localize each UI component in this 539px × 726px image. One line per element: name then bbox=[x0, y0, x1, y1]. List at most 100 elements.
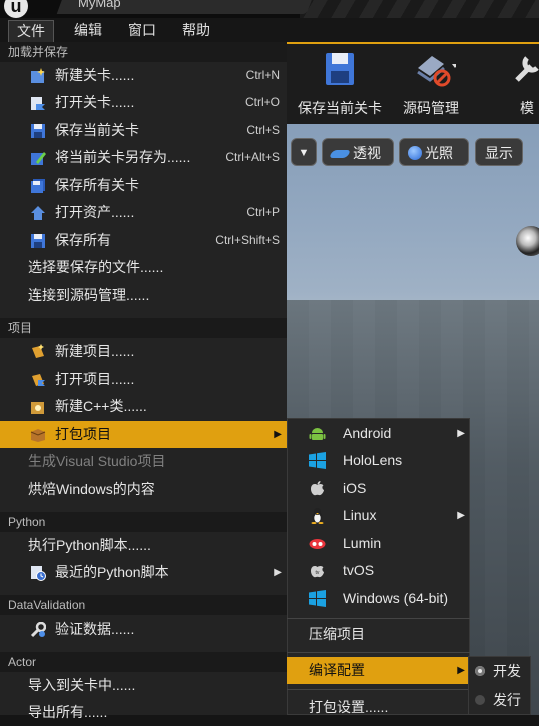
svg-text:tv: tv bbox=[316, 570, 320, 576]
save-all-icon bbox=[31, 234, 45, 248]
platform-android[interactable]: Android ▶ bbox=[287, 420, 470, 447]
show-label: 显示 bbox=[485, 145, 513, 161]
lumin-icon bbox=[309, 539, 326, 549]
menu-item-new-level[interactable]: 新建关卡...... Ctrl+N bbox=[0, 62, 287, 89]
menu-item-choose-files-to-save[interactable]: 选择要保存的文件...... bbox=[0, 254, 287, 281]
packaging-settings-item[interactable]: 打包设置...... bbox=[287, 694, 470, 721]
modes-label: 模 bbox=[520, 100, 534, 116]
tvos-icon: tv bbox=[311, 566, 324, 578]
menu-item-save-all-levels[interactable]: 保存所有关卡 bbox=[0, 172, 287, 199]
save-all-label: 保存所有 bbox=[55, 232, 111, 248]
new-cpp-class-label: 新建C++类...... bbox=[55, 398, 147, 414]
cook-windows-label: 烘焙Windows的内容 bbox=[28, 481, 155, 497]
open-level-icon bbox=[31, 97, 45, 110]
open-level-label: 打开关卡...... bbox=[55, 94, 135, 110]
perspective-icon bbox=[328, 150, 352, 158]
build-config-development[interactable]: 开发 bbox=[469, 657, 530, 685]
windows-icon bbox=[309, 452, 326, 469]
export-all-label: 导出所有...... bbox=[28, 704, 108, 720]
section-actor: Actor bbox=[0, 652, 287, 672]
build-configuration-submenu: 开发 发行 bbox=[468, 656, 531, 715]
platform-windows-64[interactable]: Windows (64-bit) bbox=[287, 585, 470, 612]
menu-edit[interactable]: 编辑 bbox=[70, 20, 106, 41]
radio-selected-icon bbox=[475, 666, 485, 676]
section-project: 项目 bbox=[0, 318, 287, 338]
build-config-development-label: 开发 bbox=[493, 663, 521, 679]
save-all-levels-label: 保存所有关卡 bbox=[55, 177, 139, 193]
menu-item-package-project[interactable]: 打包项目 ▶ bbox=[0, 421, 287, 448]
menu-item-recent-python-scripts[interactable]: 最近的Python脚本 ▶ bbox=[0, 559, 287, 586]
section-data-validation: DataValidation bbox=[0, 595, 287, 615]
menu-item-cook-windows[interactable]: 烘焙Windows的内容 bbox=[0, 476, 287, 503]
menu-item-export-all[interactable]: 导出所有...... bbox=[0, 699, 287, 726]
run-python-script-label: 执行Python脚本...... bbox=[28, 537, 151, 553]
open-level-shortcut: Ctrl+O bbox=[244, 95, 280, 109]
package-project-label: 打包项目 bbox=[55, 426, 111, 442]
perspective-button[interactable]: 透视 bbox=[322, 138, 394, 166]
level-tab-title: MyMap bbox=[78, 0, 121, 10]
recent-scripts-icon bbox=[31, 566, 46, 581]
linux-icon bbox=[311, 508, 324, 524]
platform-linux-label: Linux bbox=[343, 507, 377, 523]
build-config-shipping[interactable]: 发行 bbox=[469, 686, 530, 714]
modes-button[interactable]: 模 bbox=[506, 46, 539, 120]
validate-data-label: 验证数据...... bbox=[55, 621, 135, 637]
menu-item-save-all[interactable]: 保存所有 Ctrl+Shift+S bbox=[0, 227, 287, 254]
import-into-level-label: 导入到关卡中...... bbox=[28, 677, 136, 693]
perspective-label: 透视 bbox=[353, 145, 381, 161]
build-configuration-label: 编译配置 bbox=[309, 662, 365, 678]
platform-lumin-label: Lumin bbox=[343, 535, 382, 551]
open-project-label: 打开项目...... bbox=[55, 371, 135, 387]
menu-item-run-python-script[interactable]: 执行Python脚本...... bbox=[0, 532, 287, 559]
title-bar-decoration bbox=[300, 0, 539, 18]
wrench-icon bbox=[515, 56, 539, 82]
unreal-logo-icon[interactable]: u bbox=[4, 0, 28, 18]
platform-hololens[interactable]: HoloLens bbox=[287, 447, 470, 474]
source-control-label: 源码管理 bbox=[403, 100, 459, 116]
floppy-disk-icon bbox=[326, 53, 354, 85]
menu-window[interactable]: 窗口 bbox=[124, 20, 160, 41]
menu-item-connect-source-control[interactable]: 连接到源码管理...... bbox=[0, 282, 287, 309]
platform-ios[interactable]: iOS bbox=[287, 475, 470, 502]
submenu-divider bbox=[287, 652, 470, 653]
menu-item-open-level[interactable]: 打开关卡...... Ctrl+O bbox=[0, 89, 287, 116]
chevron-down-icon: ▼ bbox=[298, 147, 310, 159]
lit-button[interactable]: 光照 bbox=[399, 138, 469, 166]
zip-project-item[interactable]: 压缩项目 bbox=[287, 621, 470, 648]
sphere-reflection-actor[interactable] bbox=[516, 226, 539, 256]
platform-tvos[interactable]: tv tvOS bbox=[287, 557, 470, 584]
menu-item-save-current-level[interactable]: 保存当前关卡 Ctrl+S bbox=[0, 117, 287, 144]
platform-ios-label: iOS bbox=[343, 480, 367, 496]
viewport-options-dropdown[interactable]: ▼ bbox=[291, 138, 317, 166]
show-button[interactable]: 显示 bbox=[475, 138, 523, 166]
title-bar: MyMap u bbox=[0, 0, 539, 18]
save-current-level-button[interactable]: 保存当前关卡 bbox=[290, 46, 390, 120]
save-current-level-menu-label: 保存当前关卡 bbox=[55, 122, 139, 138]
menu-item-open-project[interactable]: 打开项目...... bbox=[0, 366, 287, 393]
menu-item-validate-data[interactable]: 验证数据...... bbox=[0, 616, 287, 643]
validate-data-icon bbox=[30, 622, 46, 638]
apple-icon bbox=[311, 481, 324, 496]
save-level-as-label: 将当前关卡另存为...... bbox=[55, 149, 191, 165]
save-level-as-shortcut: Ctrl+Alt+S bbox=[225, 150, 280, 164]
packaging-settings-label: 打包设置...... bbox=[309, 699, 389, 715]
chevron-right-icon: ▶ bbox=[457, 665, 465, 676]
android-icon bbox=[309, 428, 326, 440]
platform-lumin[interactable]: Lumin bbox=[287, 530, 470, 557]
save-current-level-shortcut: Ctrl+S bbox=[246, 123, 280, 137]
menu-file[interactable]: 文件 bbox=[8, 20, 54, 43]
menu-item-import-into-level[interactable]: 导入到关卡中...... bbox=[0, 672, 287, 699]
source-control-button[interactable]: 源码管理 bbox=[396, 46, 466, 120]
platform-android-label: Android bbox=[343, 425, 392, 441]
save-current-level-label: 保存当前关卡 bbox=[298, 100, 382, 116]
lit-label: 光照 bbox=[425, 145, 453, 161]
menu-item-new-project[interactable]: 新建项目...... bbox=[0, 338, 287, 365]
platform-linux[interactable]: Linux ▶ bbox=[287, 502, 470, 529]
platform-windows-64-label: Windows (64-bit) bbox=[343, 590, 449, 606]
menu-item-save-level-as[interactable]: 将当前关卡另存为...... Ctrl+Alt+S bbox=[0, 144, 287, 171]
menu-help[interactable]: 帮助 bbox=[178, 20, 214, 41]
new-level-label: 新建关卡...... bbox=[55, 67, 135, 83]
menu-item-new-cpp-class[interactable]: 新建C++类...... bbox=[0, 393, 287, 420]
menu-item-open-asset[interactable]: 打开资产...... Ctrl+P bbox=[0, 199, 287, 226]
build-configuration-item[interactable]: 编译配置 ▶ bbox=[287, 657, 470, 684]
